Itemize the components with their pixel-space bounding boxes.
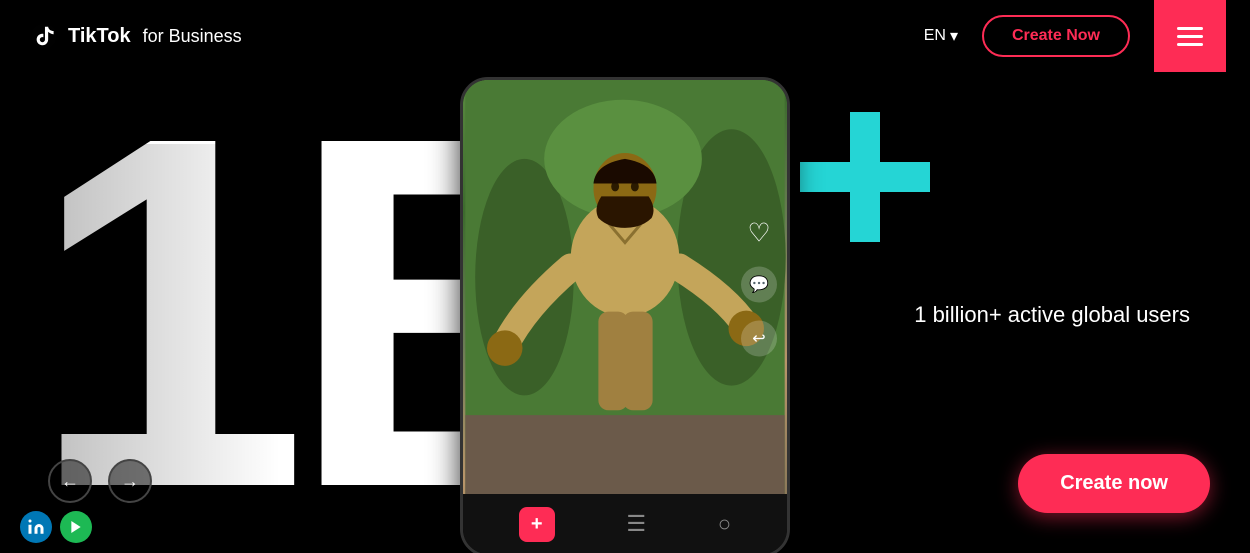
brand-suffix: for Business (143, 26, 242, 47)
linkedin-icon[interactable] (20, 511, 52, 543)
language-selector[interactable]: EN ▾ (924, 26, 958, 46)
stats-label: 1 billion+ active global users (914, 302, 1190, 327)
person-svg (463, 80, 787, 494)
nav-arrow-right[interactable]: → (108, 459, 152, 503)
create-now-button[interactable]: Create Now (982, 15, 1130, 57)
phone-bottom-bar: + ☰ ○ (463, 494, 787, 553)
hamburger-menu-button[interactable] (1154, 0, 1226, 72)
hamburger-icon (1177, 27, 1203, 46)
lang-chevron-icon: ▾ (950, 26, 958, 46)
phone-add-icon: + (531, 513, 543, 536)
phone-mockup: ♡ 💬 ↩ + ☰ ○ (460, 77, 790, 553)
bottom-left-icons (20, 511, 92, 543)
right-arrow-icon: → (121, 471, 139, 492)
phone-frame: ♡ 💬 ↩ + ☰ ○ (460, 77, 790, 553)
nav-arrow-left[interactable]: ← (48, 459, 92, 503)
share-icon: ↩ (741, 321, 777, 357)
navbar: TikTok for Business EN ▾ Create Now (0, 0, 1250, 72)
tiktok-logo-icon (28, 20, 60, 52)
phone-add-button[interactable]: + (519, 507, 555, 542)
create-now-bottom-button[interactable]: Create now (1018, 454, 1210, 513)
lang-label: EN (924, 27, 946, 45)
nav-logo[interactable]: TikTok for Business (28, 20, 242, 52)
heart-icon: ♡ (747, 218, 770, 249)
play-icon[interactable] (60, 511, 92, 543)
hero-section: 1B (0, 72, 1250, 553)
phone-profile-icon[interactable]: ○ (718, 511, 731, 537)
brand-name: TikTok (68, 25, 131, 48)
phone-video-content: ♡ 💬 ↩ (463, 80, 787, 494)
stats-text: 1 billion+ active global users (914, 302, 1190, 328)
phone-ui-overlay: ♡ 💬 ↩ (741, 218, 777, 357)
left-arrow-icon: ← (61, 471, 79, 492)
comment-icon: 💬 (741, 267, 777, 303)
phone-inbox-icon[interactable]: ☰ (626, 511, 646, 537)
nav-right: EN ▾ Create Now (924, 0, 1226, 72)
video-background: ♡ 💬 ↩ (463, 80, 787, 494)
cyan-plus-icon (800, 112, 930, 247)
